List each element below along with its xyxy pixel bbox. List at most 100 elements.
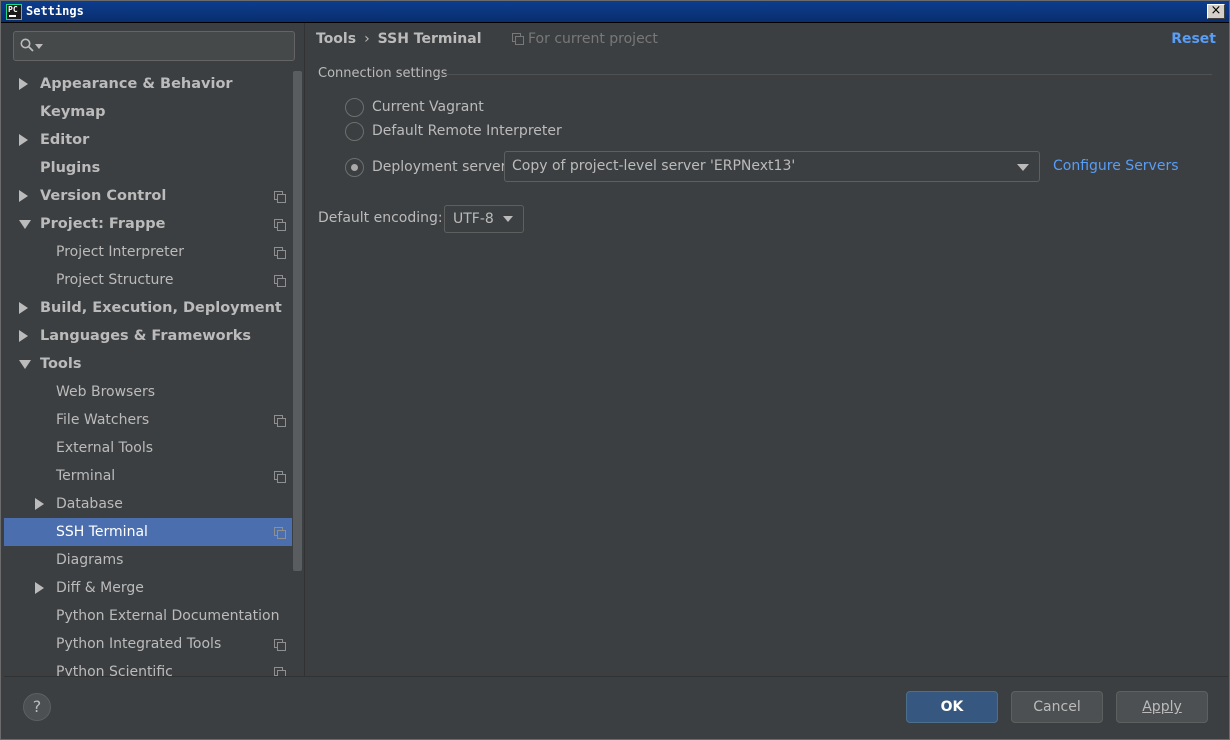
- settings-tree: Appearance & Behavior Keymap Editor Plugins…: [4, 70, 304, 686]
- cancel-button[interactable]: Cancel: [1011, 691, 1103, 723]
- project-level-icon: [274, 471, 286, 483]
- tree-item-label: File Watchers: [56, 412, 150, 428]
- tree-item-external-tools[interactable]: External Tools: [4, 434, 292, 462]
- tree-item-label: Project: Frappe: [40, 216, 166, 232]
- group-separator: [439, 74, 1212, 75]
- expand-right-icon[interactable]: [35, 498, 44, 510]
- sidebar-scrollbar[interactable]: [292, 71, 304, 676]
- tree-item-label: Build, Execution, Deployment: [40, 300, 282, 316]
- tree-item-label: Python External Documentation: [56, 608, 280, 624]
- settings-sidebar: Appearance & Behavior Keymap Editor Plugins…: [4, 23, 304, 680]
- project-level-icon: [274, 191, 286, 203]
- deployment-server-value: Copy of project-level server 'ERPNext13': [512, 158, 796, 174]
- radio-label: Default Remote Interpreter: [372, 123, 562, 139]
- search-input[interactable]: [13, 31, 295, 61]
- tree-item-label: Project Structure: [56, 272, 174, 288]
- expand-down-icon[interactable]: [19, 360, 31, 369]
- tree-item-label: Python Integrated Tools: [56, 636, 222, 652]
- expand-right-icon[interactable]: [19, 134, 28, 146]
- encoding-select[interactable]: UTF-8: [444, 205, 524, 233]
- search-icon: [20, 38, 34, 52]
- tree-item-label: Keymap: [40, 104, 106, 120]
- connection-settings-title: Connection settings: [318, 66, 448, 81]
- radio-label: Current Vagrant: [372, 99, 484, 115]
- tree-item-label: Editor: [40, 132, 90, 148]
- project-level-icon: [274, 247, 286, 259]
- for-project-label: For current project: [528, 31, 658, 47]
- tree-item-label: Diagrams: [56, 552, 124, 568]
- project-level-icon: [274, 275, 286, 287]
- tree-item-python-external-documentation[interactable]: Python External Documentation: [4, 602, 292, 630]
- deployment-server-select[interactable]: Copy of project-level server 'ERPNext13': [504, 151, 1040, 182]
- scrollbar-thumb[interactable]: [293, 71, 302, 571]
- breadcrumb-current: SSH Terminal: [377, 31, 482, 47]
- expand-right-icon[interactable]: [19, 78, 28, 90]
- project-level-icon: [274, 415, 286, 427]
- tree-item-version-control[interactable]: Version Control: [4, 182, 292, 210]
- project-level-icon: [274, 639, 286, 651]
- tree-item-ssh-terminal[interactable]: SSH Terminal: [4, 518, 304, 546]
- tree-item-label: Tools: [40, 356, 82, 372]
- tree-item-label: External Tools: [56, 440, 154, 456]
- tree-item-label: Terminal: [56, 468, 116, 484]
- breadcrumb-separator: ›: [364, 31, 370, 47]
- expand-right-icon[interactable]: [19, 190, 28, 202]
- encoding-value: UTF-8: [453, 211, 494, 227]
- breadcrumb-parent: Tools: [316, 31, 357, 47]
- tree-item-diff-merge[interactable]: Diff & Merge: [4, 574, 292, 602]
- tree-item-editor[interactable]: Editor: [4, 126, 292, 154]
- tree-item-project-interpreter[interactable]: Project Interpreter: [4, 238, 292, 266]
- help-button[interactable]: ?: [23, 693, 51, 721]
- pycharm-app-icon: PC: [6, 4, 22, 20]
- settings-content: Tools › SSH Terminal For current project R…: [305, 23, 1228, 676]
- project-level-icon: [512, 33, 524, 45]
- tree-item-label: Database: [56, 496, 123, 512]
- radio-label: Deployment server: [372, 159, 507, 175]
- tree-item-python-integrated-tools[interactable]: Python Integrated Tools: [4, 630, 292, 658]
- tree-item-tools[interactable]: Tools: [4, 350, 292, 378]
- tree-item-project-frappe[interactable]: Project: Frappe: [4, 210, 292, 238]
- tree-item-project-structure[interactable]: Project Structure: [4, 266, 292, 294]
- tree-item-languages-frameworks[interactable]: Languages & Frameworks: [4, 322, 292, 350]
- radio-button[interactable]: [345, 122, 364, 141]
- project-level-icon: [274, 527, 286, 539]
- default-encoding-label: Default encoding:: [318, 210, 443, 226]
- apply-button[interactable]: Apply: [1116, 691, 1208, 723]
- chevron-down-icon: [503, 216, 513, 222]
- search-options-chevron-down-icon[interactable]: [35, 44, 43, 49]
- tree-item-plugins[interactable]: Plugins: [4, 154, 292, 182]
- expand-right-icon[interactable]: [35, 582, 44, 594]
- chevron-down-icon: [1017, 164, 1029, 171]
- window-close-button[interactable]: ×: [1207, 4, 1225, 19]
- expand-right-icon[interactable]: [19, 302, 28, 314]
- radio-button[interactable]: [345, 98, 364, 117]
- tree-item-label: Version Control: [40, 188, 167, 204]
- reset-link[interactable]: Reset: [1171, 31, 1216, 47]
- tree-item-keymap[interactable]: Keymap: [4, 98, 292, 126]
- tree-item-label: Diff & Merge: [56, 580, 144, 596]
- radio-button-selected[interactable]: [345, 158, 364, 177]
- tree-item-label: Appearance & Behavior: [40, 76, 233, 92]
- title-bar[interactable]: PC Settings ×: [1, 1, 1229, 23]
- tree-item-label: Web Browsers: [56, 384, 155, 400]
- tree-item-appearance-behavior[interactable]: Appearance & Behavior: [4, 70, 292, 98]
- dialog-footer: ? OK Cancel Apply: [4, 677, 1228, 738]
- tree-item-web-browsers[interactable]: Web Browsers: [4, 378, 292, 406]
- for-current-project-note: For current project: [512, 31, 658, 47]
- expand-right-icon[interactable]: [19, 330, 28, 342]
- tree-item-build-execution-deployment[interactable]: Build, Execution, Deployment: [4, 294, 292, 322]
- apply-button-label: Apply: [1142, 699, 1182, 715]
- tree-item-label: Plugins: [40, 160, 101, 176]
- tree-item-diagrams[interactable]: Diagrams: [4, 546, 292, 574]
- tree-item-file-watchers[interactable]: File Watchers: [4, 406, 292, 434]
- tree-item-label: Languages & Frameworks: [40, 328, 252, 344]
- tree-item-label: SSH Terminal: [56, 524, 148, 540]
- tree-item-database[interactable]: Database: [4, 490, 292, 518]
- app-icon-text: PC: [8, 5, 18, 14]
- project-level-icon: [274, 219, 286, 231]
- ok-button[interactable]: OK: [906, 691, 998, 723]
- tree-item-terminal[interactable]: Terminal: [4, 462, 292, 490]
- configure-servers-link[interactable]: Configure Servers: [1053, 158, 1179, 174]
- expand-down-icon[interactable]: [19, 220, 31, 229]
- window-title: Settings: [26, 4, 84, 18]
